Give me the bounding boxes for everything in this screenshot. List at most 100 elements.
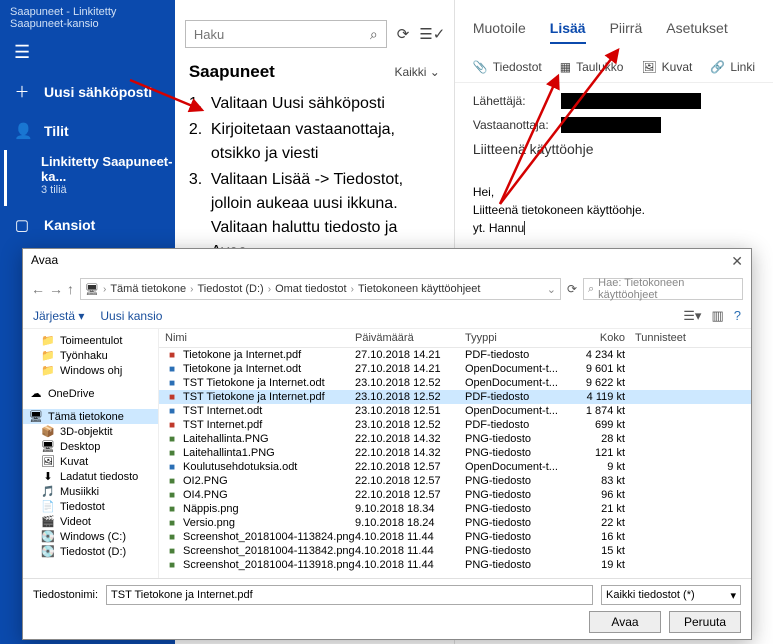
file-row[interactable]: ■Screenshot_20181004-113842.png4.10.2018… [159, 544, 751, 558]
tab-insert[interactable]: Lisää [550, 20, 586, 44]
refresh-icon[interactable]: ⟳ [567, 282, 577, 296]
folders-button[interactable]: ▢ Kansiot [0, 206, 175, 244]
organize-button[interactable]: Järjestä ▾ [33, 309, 84, 323]
tree-item[interactable]: 🖥Desktop [23, 439, 158, 454]
nav-fwd-icon[interactable]: → [49, 281, 63, 297]
tree-item[interactable]: 📁Windows ohj [23, 363, 158, 378]
folder-icon: 📁 [41, 364, 55, 377]
col-size[interactable]: Koko [575, 332, 635, 344]
compose-body[interactable]: Hei, Liitteenä tietokoneen käyttöohje. y… [455, 175, 773, 245]
view-icon[interactable]: ☰▾ [683, 308, 701, 324]
tree-item[interactable]: 🖥Tämä tietokone [23, 409, 158, 424]
file-row[interactable]: ■Tietokone ja Internet.pdf27.10.2018 14.… [159, 348, 751, 362]
file-filter-dropdown[interactable]: Kaikki tiedostot (*)▾ [601, 585, 741, 605]
tree-item[interactable]: 📁Työnhaku [23, 348, 158, 363]
window-title: Saapuneet - Linkitetty Saapuneet-kansio [0, 2, 175, 34]
file-row[interactable]: ■TST Tietokone ja Internet.odt23.10.2018… [159, 376, 751, 390]
file-row[interactable]: ■Näppis.png9.10.2018 18.34PNG-tiedosto21… [159, 502, 751, 516]
tree-item[interactable]: ☁OneDrive [23, 386, 158, 401]
file-icon: ■ [165, 392, 179, 403]
dialog-search-input[interactable]: ⌕ Hae: Tietokoneen käyttöohjeet [583, 278, 743, 300]
insert-pictures-button[interactable]: 🖼Kuvat [641, 60, 692, 74]
link-icon: 🔗 [710, 60, 725, 74]
account-name: Linkitetty Saapuneet-ka... [41, 154, 175, 184]
file-row[interactable]: ■Koulutusehdotuksia.odt22.10.2018 12.57O… [159, 460, 751, 474]
search-input[interactable]: ⌕ [185, 20, 387, 48]
file-row[interactable]: ■TST Internet.pdf23.10.2018 12.52PDF-tie… [159, 418, 751, 432]
inbox-filter[interactable]: Kaikki ⌄ [394, 65, 439, 79]
account-item[interactable]: Linkitetty Saapuneet-ka... 3 tiliä [4, 150, 175, 206]
col-name[interactable]: Nimi [165, 332, 355, 344]
file-icon: ■ [165, 378, 179, 389]
new-mail-button[interactable]: ＋ Uusi sähköposti [0, 71, 175, 112]
file-row[interactable]: ■Tietokone ja Internet.odt27.10.2018 14.… [159, 362, 751, 376]
file-row[interactable]: ■TST Tietokone ja Internet.pdf23.10.2018… [159, 390, 751, 404]
tree-item[interactable]: 🎬Videot [23, 514, 158, 529]
col-date[interactable]: Päivämäärä [355, 332, 465, 344]
tree-item[interactable]: 📁Toimeentulot [23, 333, 158, 348]
dialog-title: Avaa [31, 253, 58, 270]
col-type[interactable]: Tyyppi [465, 332, 575, 344]
breadcrumb-item[interactable]: Tiedostot (D:) [197, 283, 263, 295]
cancel-button[interactable]: Peruuta [669, 611, 741, 633]
search-icon[interactable]: ⌕ [370, 26, 378, 43]
person-icon: 👤 [14, 122, 30, 140]
file-row[interactable]: ■Laitehallinta1.PNG22.10.2018 14.32PNG-t… [159, 446, 751, 460]
breadcrumb[interactable]: 🖥›Tämä tietokone›Tiedostot (D:)›Omat tie… [80, 278, 561, 300]
search-field[interactable] [194, 27, 370, 42]
paperclip-icon: 📎 [473, 60, 488, 74]
breadcrumb-item[interactable]: Tietokoneen käyttöohjeet [358, 283, 481, 295]
insert-table-button[interactable]: ▦Taulukko [560, 60, 624, 74]
tab-format[interactable]: Muotoile [473, 20, 526, 44]
file-list[interactable]: Nimi Päivämäärä Tyyppi Koko Tunnisteet ■… [159, 329, 751, 578]
folder-icon: ▢ [14, 216, 30, 234]
nav-back-icon[interactable]: ← [31, 281, 45, 297]
tab-settings[interactable]: Asetukset [666, 20, 727, 44]
folder-tree[interactable]: 📁Toimeentulot📁Työnhaku📁Windows ohj ☁OneDr… [23, 329, 159, 578]
file-open-dialog: Avaa ✕ ← → ↑ 🖥›Tämä tietokone›Tiedostot … [22, 248, 752, 640]
table-icon: ▦ [560, 60, 571, 74]
preview-icon[interactable]: ▥ [711, 308, 723, 324]
file-icon: ■ [165, 448, 179, 459]
breadcrumb-item[interactable]: Omat tiedostot [275, 283, 347, 295]
refresh-icon[interactable]: ⟳ [397, 25, 410, 43]
folder-icon: 🖼 [41, 455, 55, 468]
from-value-redacted [561, 93, 701, 109]
subject-field[interactable]: Liitteenä käyttöohje [473, 141, 594, 157]
breadcrumb-item[interactable]: Tämä tietokone [110, 283, 186, 295]
hamburger-icon[interactable]: ☰ [0, 34, 175, 71]
folders-label: Kansiot [44, 217, 95, 233]
tree-item[interactable]: 🎵Musiikki [23, 484, 158, 499]
file-row[interactable]: ■OI4.PNG22.10.2018 12.57PNG-tiedosto96 k… [159, 488, 751, 502]
to-value-redacted[interactable] [561, 117, 661, 133]
chevron-down-icon[interactable]: ⌄ [547, 283, 556, 296]
tree-item[interactable]: 📦3D-objektit [23, 424, 158, 439]
nav-up-icon[interactable]: ↑ [67, 281, 74, 297]
accounts-button[interactable]: 👤 Tilit [0, 112, 175, 150]
close-icon[interactable]: ✕ [731, 253, 743, 270]
tree-item[interactable]: 🖼Kuvat [23, 454, 158, 469]
insert-files-button[interactable]: 📎Tiedostot [473, 60, 542, 74]
filename-input[interactable] [106, 585, 593, 605]
file-row[interactable]: ■OI2.PNG22.10.2018 12.57PNG-tiedosto83 k… [159, 474, 751, 488]
account-sub: 3 tiliä [41, 184, 175, 196]
file-row[interactable]: ■Laitehallinta.PNG22.10.2018 14.32PNG-ti… [159, 432, 751, 446]
col-tags[interactable]: Tunnisteet [635, 332, 745, 344]
open-button[interactable]: Avaa [589, 611, 661, 633]
file-row[interactable]: ■Screenshot_20181004-113918.png4.10.2018… [159, 558, 751, 572]
select-icon[interactable]: ☰✓ [419, 25, 445, 43]
tree-item[interactable]: 💽Windows (C:) [23, 529, 158, 544]
tree-item[interactable]: 💽Tiedostot (D:) [23, 544, 158, 559]
new-folder-button[interactable]: Uusi kansio [100, 309, 162, 323]
file-row[interactable]: ■Versio.png9.10.2018 18.24PNG-tiedosto22… [159, 516, 751, 530]
file-row[interactable]: ■Screenshot_20181004-113824.png4.10.2018… [159, 530, 751, 544]
folder-icon: 📦 [41, 425, 55, 438]
file-icon: ■ [165, 518, 179, 529]
file-row[interactable]: ■TST Internet.odt23.10.2018 12.51OpenDoc… [159, 404, 751, 418]
help-icon[interactable]: ? [734, 308, 741, 324]
tree-item[interactable]: 📄Tiedostot [23, 499, 158, 514]
tab-draw[interactable]: Piirrä [610, 20, 643, 44]
insert-link-button[interactable]: 🔗Linki [710, 60, 755, 74]
tree-item[interactable]: ⬇Ladatut tiedosto [23, 469, 158, 484]
inbox-header: Saapuneet [189, 62, 275, 82]
